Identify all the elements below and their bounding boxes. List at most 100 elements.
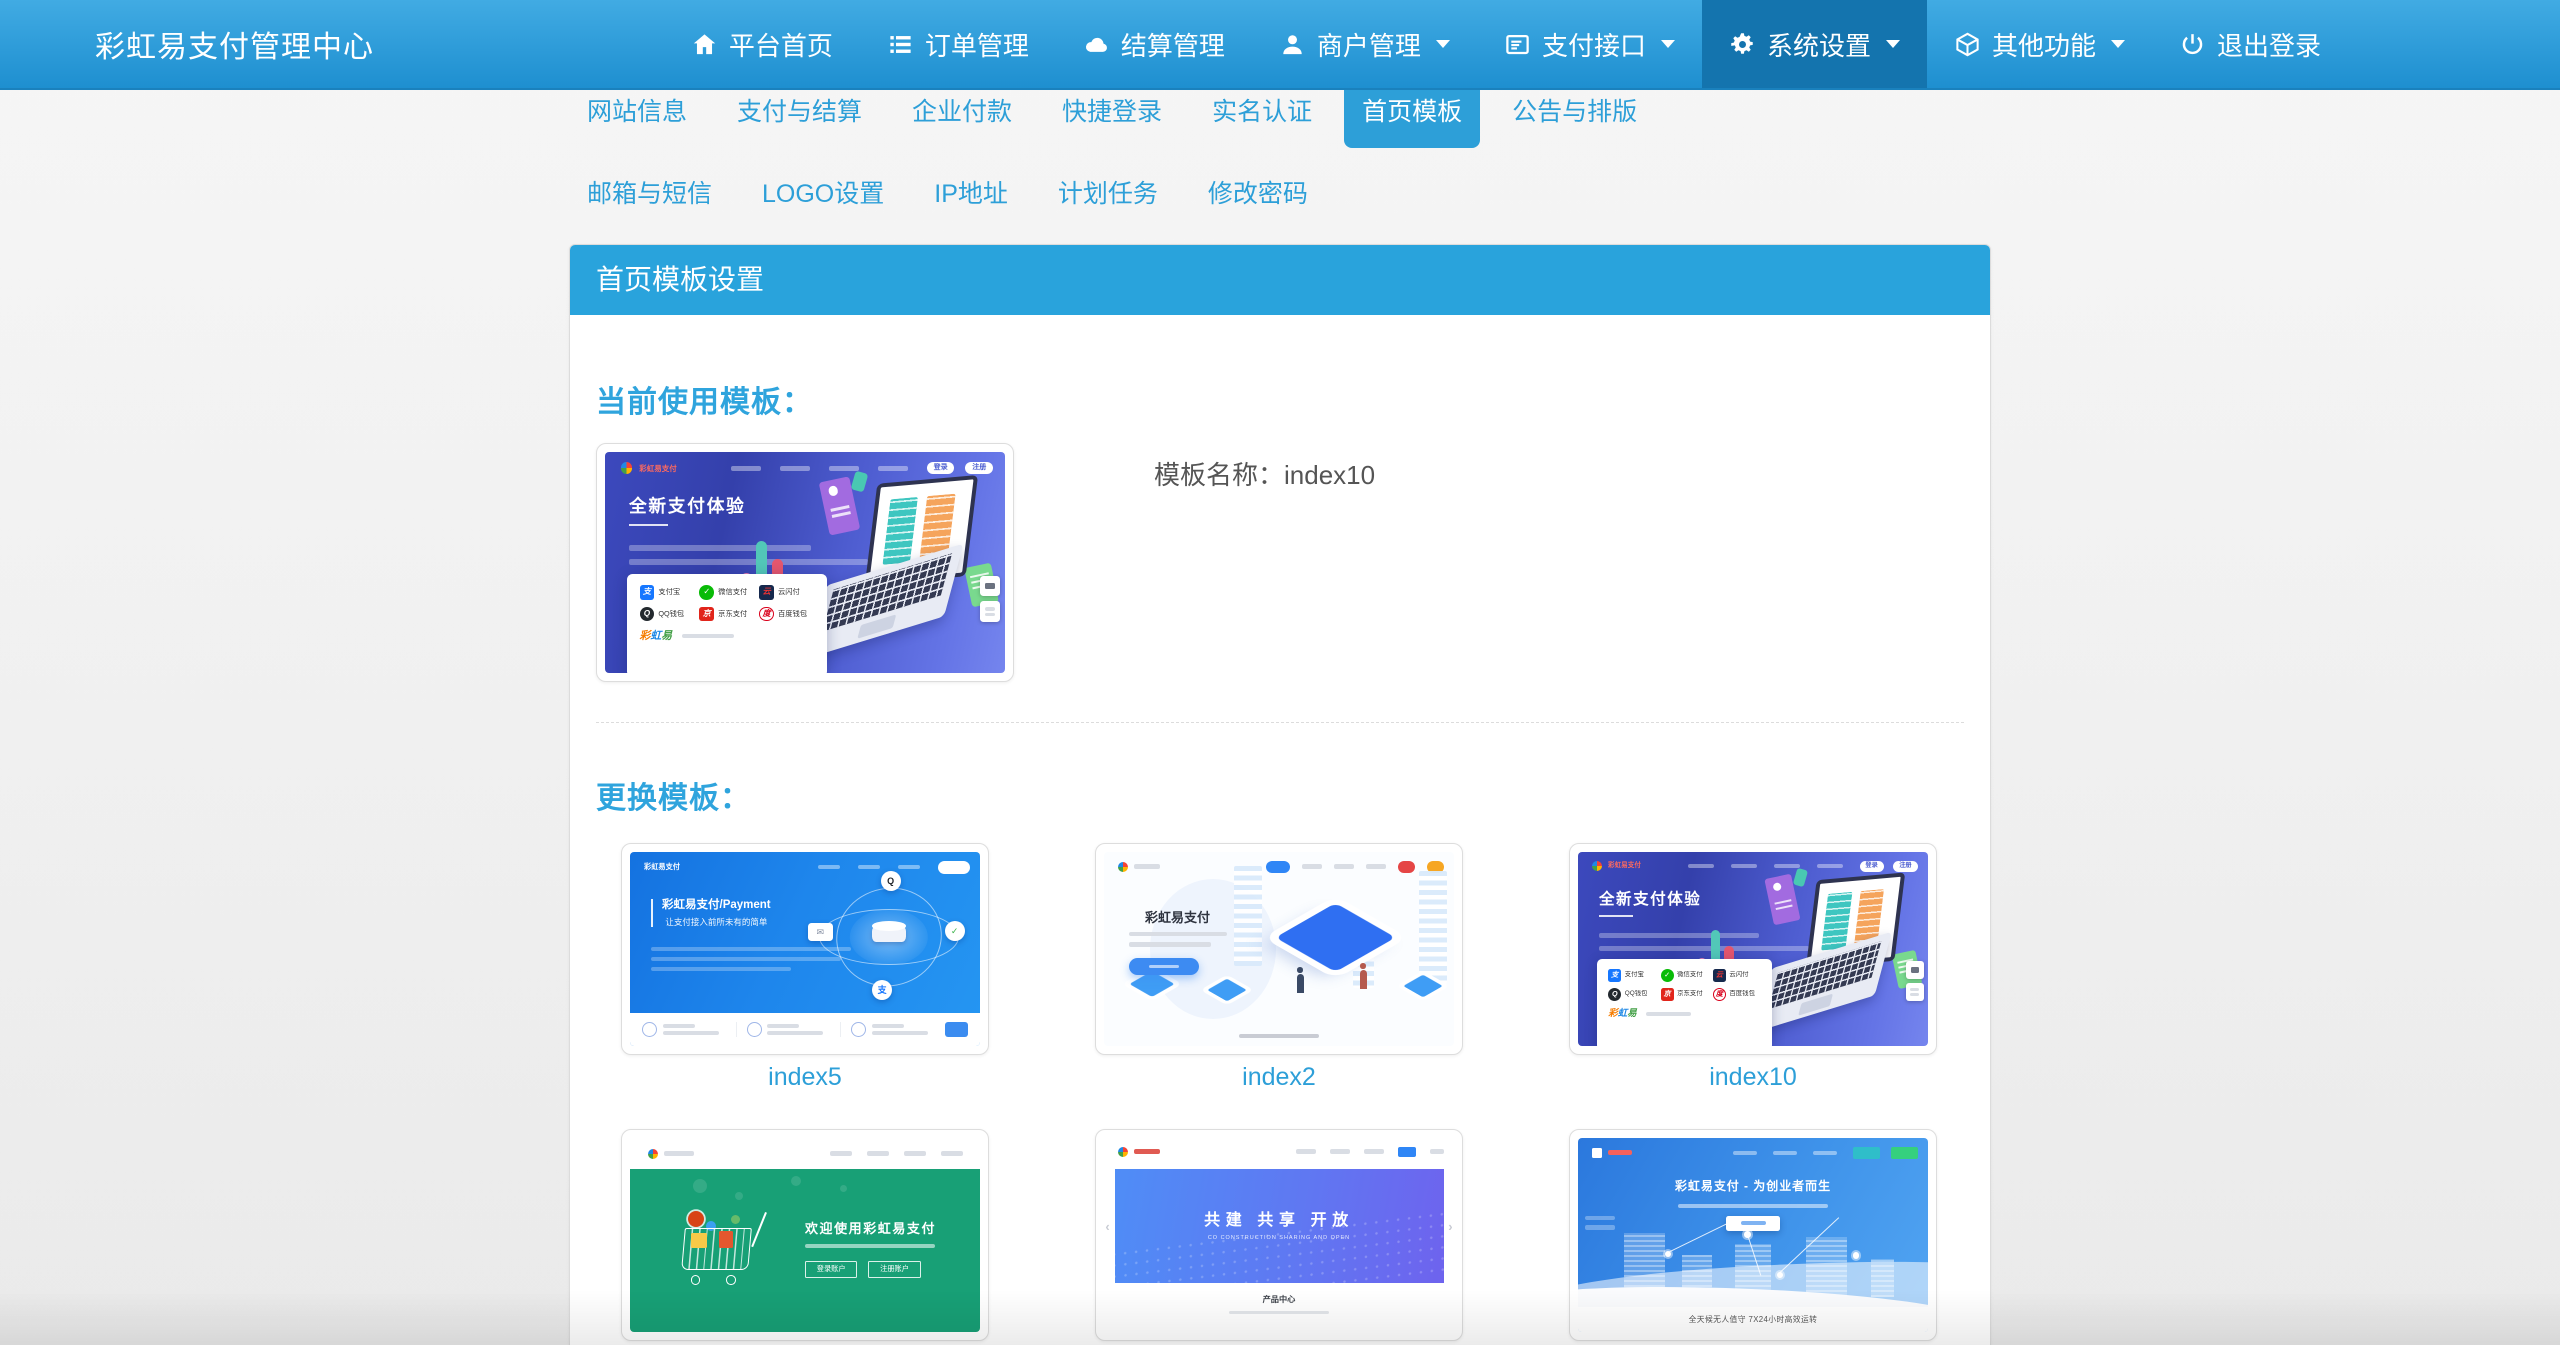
- person-figure: [1360, 970, 1368, 989]
- mail-icon: [808, 923, 833, 941]
- home-icon: [691, 31, 718, 58]
- preview-brand-text: 彩虹易支付: [644, 863, 680, 872]
- rainbow-logo-icon: [1118, 1147, 1128, 1157]
- page-content: 网站信息 支付与结算 企业付款 快捷登录 实名认证 首页模板 公告与排版 邮箱与…: [0, 0, 2560, 1345]
- cloud-icon: [1083, 31, 1110, 58]
- baidu-wallet-icon: [759, 607, 774, 622]
- chevron-down-icon: [2111, 40, 2125, 48]
- tab-ip-address[interactable]: IP地址: [916, 162, 1026, 222]
- tab-scheduled-tasks[interactable]: 计划任务: [1040, 162, 1176, 222]
- preview-login-button: 登录账户: [805, 1261, 857, 1278]
- template-card-index2[interactable]: 彩虹易支付 index2: [1095, 843, 1463, 1092]
- chevron-down-icon: [1661, 40, 1675, 48]
- template-preview-index5: 彩虹易支付 彩虹易支付/Payment让支付接入前所未有的简单: [630, 852, 980, 1046]
- tab-logo-settings[interactable]: LOGO设置: [744, 162, 902, 222]
- laptop-illustration: [813, 476, 993, 635]
- laptop-illustration: [1760, 873, 1918, 1013]
- jd-pay-icon: [699, 607, 714, 622]
- nav-item-label: 结算管理: [1121, 26, 1225, 63]
- unionpay-icon: [759, 585, 774, 600]
- alipay-icon: [1608, 969, 1621, 982]
- template-settings-panel: 首页模板设置 当前使用模板： 彩虹易支付 登录 注册 全新支付体验: [569, 244, 1991, 1345]
- change-template-heading: 更换模板：: [596, 773, 1964, 817]
- next-arrow-icon: ›: [1448, 1219, 1452, 1235]
- section-divider: [596, 722, 1964, 723]
- template-card-index8[interactable]: 彩虹易支付 - 为创业者而生 全天候无人值守 7X24小时高效运转: [1569, 1129, 1937, 1345]
- orbit-illustration: [819, 879, 959, 995]
- nav-item-logout[interactable]: 退出登录: [2152, 0, 2348, 88]
- tabs-row-2: 邮箱与短信 LOGO设置 IP地址 计划任务 修改密码: [569, 162, 1991, 222]
- nav-item-label: 平台首页: [729, 26, 833, 63]
- template-preview-index10: 彩虹易支付 登录 注册 全新支付体验: [605, 452, 1005, 673]
- wechat-pay-icon: [699, 585, 714, 600]
- template-card-default[interactable]: 欢迎使用彩虹易支付 登录账户 注册账户 default: [621, 1129, 989, 1345]
- preview-logo-text: 彩虹易支付: [639, 464, 677, 473]
- current-template-thumbnail[interactable]: 彩虹易支付 登录 注册 全新支付体验: [596, 443, 1014, 682]
- preview-headline: 彩虹易支付: [1129, 910, 1227, 926]
- list-icon: [887, 31, 914, 58]
- preview-headline: 欢迎使用彩虹易支付: [805, 1221, 936, 1237]
- payment-methods-panel: 支付宝 微信支付 云闪付 QQ钱包 京东支付 百度钱包 彩虹易: [627, 574, 827, 673]
- rainbow-logo-icon: [1592, 861, 1602, 871]
- prev-arrow-icon: ‹: [1105, 1219, 1109, 1235]
- tab-change-password[interactable]: 修改密码: [1190, 162, 1326, 222]
- nav-item-system-settings[interactable]: 系统设置: [1702, 0, 1927, 88]
- cube-icon: [1954, 31, 1981, 58]
- template-thumbnail[interactable]: 彩虹易支付: [1095, 843, 1463, 1055]
- template-thumbnail[interactable]: 彩虹易支付 - 为创业者而生 全天候无人值守 7X24小时高效运转: [1569, 1129, 1937, 1341]
- app-title: 彩虹易支付管理中心: [95, 22, 374, 66]
- rainbow-logo-icon: [1118, 862, 1128, 872]
- chevron-down-icon: [1436, 40, 1450, 48]
- power-icon: [2179, 31, 2206, 58]
- template-card-index3[interactable]: 共建 共享 开放 CO CONSTRUCTION SHARING AND OPE…: [1095, 1129, 1463, 1345]
- nav-item-orders[interactable]: 订单管理: [860, 0, 1056, 88]
- template-name-link[interactable]: index10: [1569, 1063, 1937, 1092]
- nav-item-settlement[interactable]: 结算管理: [1056, 0, 1252, 88]
- payment-methods-panel: 支付宝 微信支付 云闪付 QQ钱包 京东支付 百度钱包 彩虹易: [1597, 959, 1772, 1046]
- template-preview-index8: 彩虹易支付 - 为创业者而生 全天候无人值守 7X24小时高效运转: [1578, 1138, 1928, 1332]
- template-preview-default: 欢迎使用彩虹易支付 登录账户 注册账户: [630, 1138, 980, 1332]
- template-name-link[interactable]: index5: [621, 1063, 989, 1092]
- panel-title: 首页模板设置: [570, 245, 1990, 315]
- qq-wallet-icon: [640, 607, 655, 622]
- preview-register-button: 注册账户: [868, 1261, 920, 1278]
- nav-item-label: 系统设置: [1767, 26, 1871, 63]
- nav-item-label: 其他功能: [1992, 26, 2096, 63]
- nav-item-label: 订单管理: [925, 26, 1029, 63]
- tab-email-sms[interactable]: 邮箱与短信: [569, 162, 730, 222]
- nav-item-merchants[interactable]: 商户管理: [1252, 0, 1477, 88]
- preview-register-button: 注册: [965, 462, 993, 474]
- alipay-icon: [640, 585, 655, 600]
- current-template-row: 彩虹易支付 登录 注册 全新支付体验: [596, 443, 1964, 682]
- preview-headline: 共建 共享 开放: [1204, 1211, 1354, 1230]
- person-figure: [1297, 974, 1305, 993]
- current-template-heading: 当前使用模板：: [596, 377, 1964, 421]
- template-thumbnail[interactable]: 共建 共享 开放 CO CONSTRUCTION SHARING AND OPE…: [1095, 1129, 1463, 1341]
- preview-headline: 彩虹易支付/Payment: [662, 899, 771, 913]
- nav-item-payment-api[interactable]: 支付接口: [1477, 0, 1702, 88]
- hero-banner: 共建 共享 开放 CO CONSTRUCTION SHARING AND OPE…: [1115, 1169, 1444, 1283]
- settings-tabs: 网站信息 支付与结算 企业付款 快捷登录 实名认证 首页模板 公告与排版 邮箱与…: [569, 72, 1991, 222]
- nav-item-label: 商户管理: [1317, 26, 1421, 63]
- template-card-index5[interactable]: 彩虹易支付 彩虹易支付/Payment让支付接入前所未有的简单: [621, 843, 989, 1092]
- template-thumbnail[interactable]: 彩虹易支付 登录 注册 全新支付体验: [1569, 843, 1937, 1055]
- template-name-link[interactable]: index2: [1095, 1063, 1463, 1092]
- qq-icon: [881, 871, 901, 891]
- template-preview-index3: 共建 共享 开放 CO CONSTRUCTION SHARING AND OPE…: [1104, 1138, 1454, 1332]
- template-thumbnail[interactable]: 欢迎使用彩虹易支付 登录账户 注册账户: [621, 1129, 989, 1341]
- preview-headline: 全新支付体验: [1599, 891, 1701, 910]
- template-grid: 彩虹易支付 彩虹易支付/Payment让支付接入前所未有的简单: [596, 843, 1964, 1345]
- nav-item-platform-home[interactable]: 平台首页: [664, 0, 860, 88]
- rainbow-logo-icon: [648, 1149, 658, 1159]
- chevron-down-icon: [1886, 40, 1900, 48]
- template-preview-index10: 彩虹易支付 登录 注册 全新支付体验: [1578, 852, 1928, 1046]
- baidu-wallet-icon: [1713, 988, 1726, 1001]
- navbar-menu: 平台首页 订单管理 结算管理 商户管理 支付接口 系统设置 其他功能: [664, 0, 2348, 88]
- top-navbar: 彩虹易支付管理中心 平台首页 订单管理 结算管理 商户管理 支付接口 系统设置: [0, 0, 2560, 90]
- template-thumbnail[interactable]: 彩虹易支付 彩虹易支付/Payment让支付接入前所未有的简单: [621, 843, 989, 1055]
- unionpay-icon: [1713, 969, 1726, 982]
- nav-item-other-functions[interactable]: 其他功能: [1927, 0, 2152, 88]
- template-card-index10[interactable]: 彩虹易支付 登录 注册 全新支付体验: [1569, 843, 1937, 1092]
- rainbow-logo-icon: [621, 462, 632, 473]
- check-icon: [945, 921, 965, 941]
